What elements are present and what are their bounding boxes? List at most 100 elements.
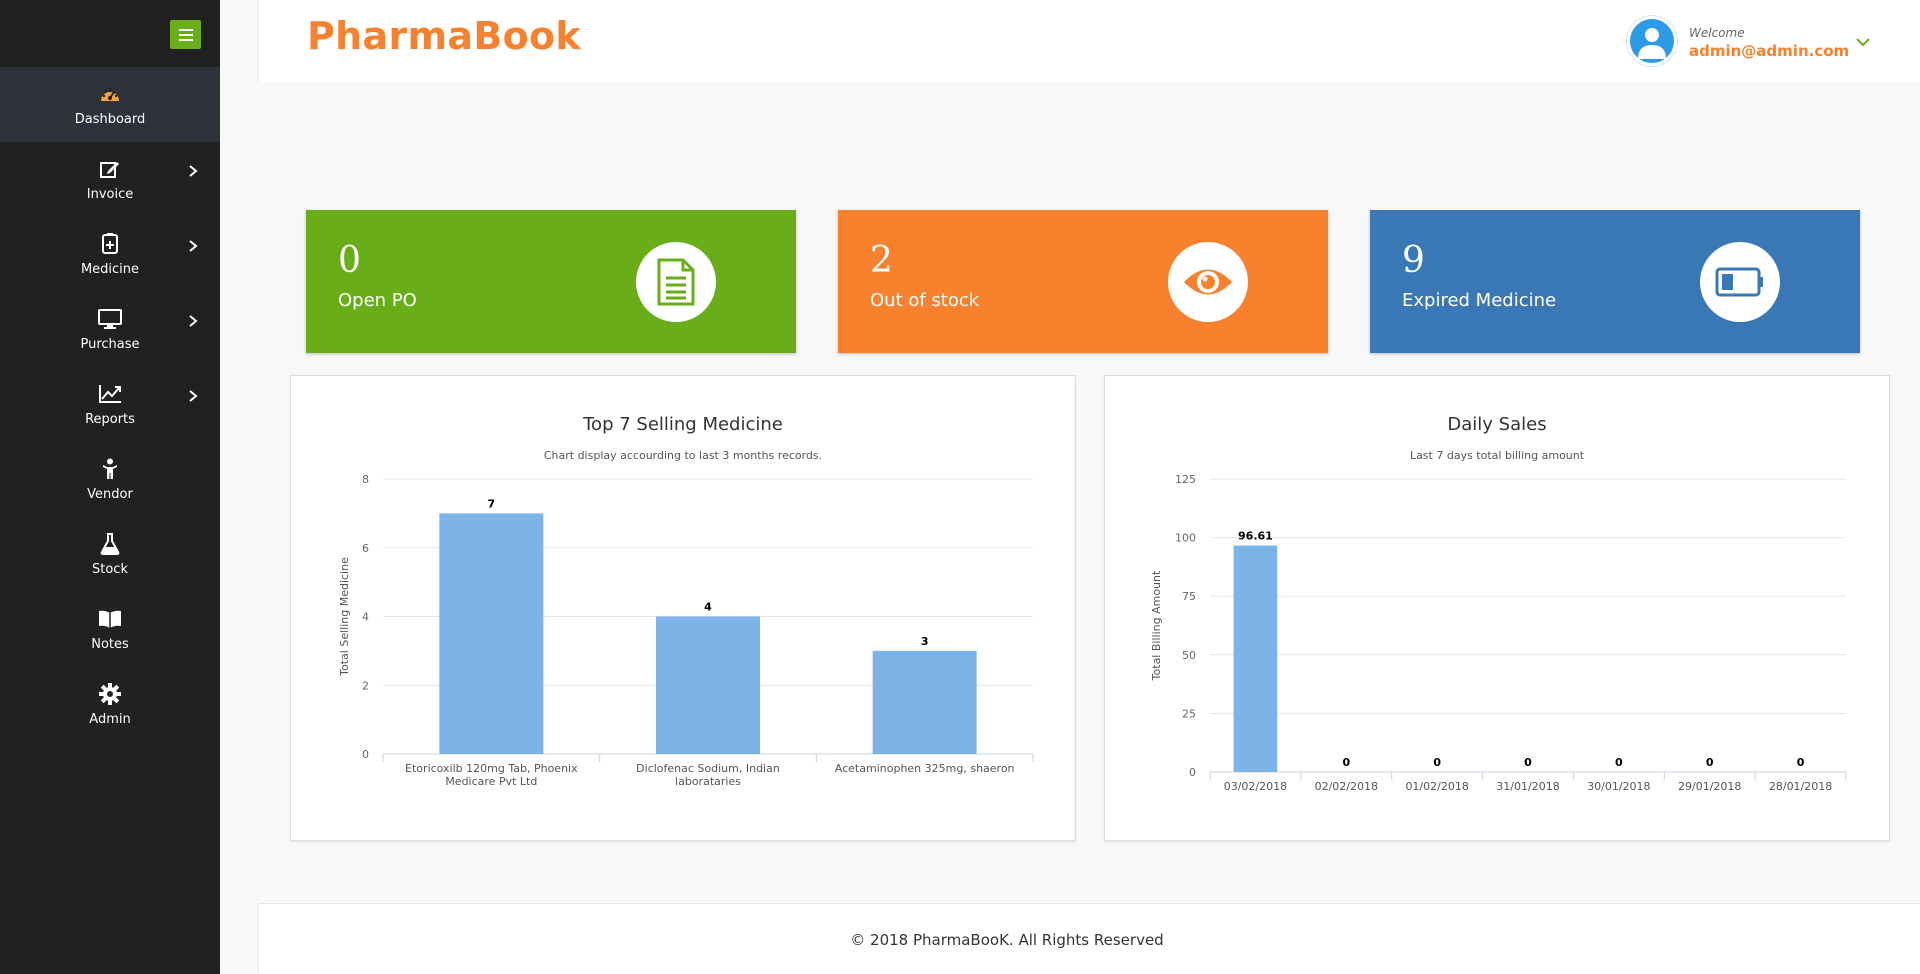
x-tick-label: laborataries xyxy=(675,775,741,788)
x-tick-label: 30/01/2018 xyxy=(1587,780,1650,793)
x-tick-label: 31/01/2018 xyxy=(1496,780,1559,793)
sidebar-item-label: Purchase xyxy=(80,337,140,352)
x-tick-label: 02/02/2018 xyxy=(1315,780,1378,793)
welcome-text: Welcome xyxy=(1689,26,1745,40)
person-icon xyxy=(98,457,122,481)
top-selling-chart: 0 2 4 6 8 Total Selling Medicine 7 Etoricoxilb … xyxy=(338,473,1034,788)
eye-icon xyxy=(1168,242,1248,322)
data-label: 0 xyxy=(1797,756,1805,769)
x-tick-label: Etoricoxilb 120mg Tab, Phoenix xyxy=(405,762,578,775)
sidebar-item-reports[interactable]: Reports xyxy=(0,367,220,442)
y-tick-label: 8 xyxy=(362,473,369,486)
chevron-right-icon xyxy=(189,390,198,402)
data-label: 0 xyxy=(1615,756,1623,769)
data-label: 7 xyxy=(488,497,496,510)
sidebar-item-label: Vendor xyxy=(87,487,133,502)
data-label: 4 xyxy=(704,601,712,614)
bar xyxy=(656,616,760,754)
y-tick-label: 2 xyxy=(362,679,369,692)
y-tick-label: 100 xyxy=(1175,532,1196,545)
user-icon xyxy=(1638,28,1666,59)
sidebar-item-notes[interactable]: Notes xyxy=(0,592,220,667)
header: PharmaBook Welcome admin@admin.com xyxy=(258,0,1920,82)
y-tick-label: 25 xyxy=(1182,707,1196,720)
data-label: 0 xyxy=(1433,756,1441,769)
sidebar-item-dashboard[interactable]: Dashboard xyxy=(0,67,220,142)
y-tick-label: 6 xyxy=(362,542,369,555)
stat-card-open-po[interactable]: 0 Open PO xyxy=(306,210,796,353)
stat-label: Out of stock xyxy=(870,290,980,311)
monitor-icon xyxy=(98,307,122,331)
sidebar-item-stock[interactable]: Stock xyxy=(0,517,220,592)
stat-label: Open PO xyxy=(338,290,417,311)
y-tick-label: 4 xyxy=(362,611,369,624)
stat-value: 2 xyxy=(870,240,893,281)
avatar xyxy=(1627,16,1677,66)
sidebar-item-label: Dashboard xyxy=(74,112,146,127)
stat-value: 9 xyxy=(1402,240,1425,281)
menu-toggle-button[interactable] xyxy=(170,20,201,49)
x-tick-label: 29/01/2018 xyxy=(1678,780,1741,793)
y-tick-label: 0 xyxy=(1189,766,1196,779)
x-tick-label: Medicare Pvt Ltd xyxy=(445,775,537,788)
footer: © 2018 PharmaBooK. All Rights Reserved xyxy=(258,903,1920,974)
data-label: 0 xyxy=(1706,756,1714,769)
sidebar-item-invoice[interactable]: Invoice xyxy=(0,142,220,217)
chevron-down-icon[interactable] xyxy=(1855,36,1871,48)
data-label: 3 xyxy=(921,635,929,648)
stat-card-expired-medicine[interactable]: 9 Expired Medicine xyxy=(1370,210,1860,353)
hamburger-icon-line xyxy=(178,33,193,36)
user-email: admin@admin.com xyxy=(1689,42,1850,60)
chart-panel-top-selling: Top 7 Selling Medicine Chart display acc… xyxy=(290,375,1076,841)
y-tick-label: 0 xyxy=(362,748,369,761)
sidebar-item-label: Medicine xyxy=(80,262,140,277)
sidebar-item-label: Reports xyxy=(85,412,135,427)
edit-icon xyxy=(98,157,122,181)
sidebar-item-vendor[interactable]: Vendor xyxy=(0,442,220,517)
bar xyxy=(439,513,544,754)
stat-value: 0 xyxy=(338,240,361,281)
battery-icon xyxy=(1700,242,1780,322)
dashboard-icon xyxy=(98,82,122,106)
sidebar-item-label: Stock xyxy=(92,562,128,577)
chart-panel-daily-sales: Daily Sales Last 7 days total billing am… xyxy=(1104,375,1890,841)
data-label: 0 xyxy=(1342,756,1350,769)
line-chart-icon xyxy=(98,382,122,406)
sidebar-nav: Dashboard Invoice Medicine Purchase Repo… xyxy=(0,67,220,742)
daily-sales-chart: 0255075100125Total Billing Amount96.6103… xyxy=(1150,473,1847,793)
user-menu[interactable]: Welcome admin@admin.com xyxy=(1627,14,1887,68)
sidebar-item-label: Admin xyxy=(89,712,131,727)
sidebar: Dashboard Invoice Medicine Purchase Repo… xyxy=(0,0,220,974)
y-tick-label: 75 xyxy=(1182,590,1196,603)
x-tick-label: 03/02/2018 xyxy=(1224,780,1287,793)
sidebar-item-label: Notes xyxy=(91,637,129,652)
footer-copyright: © 2018 PharmaBooK. All Rights Reserved xyxy=(850,931,1164,949)
chevron-right-icon xyxy=(189,240,198,252)
y-axis-label: Total Selling Medicine xyxy=(338,557,351,677)
x-tick-label: 28/01/2018 xyxy=(1769,780,1832,793)
y-axis-label: Total Billing Amount xyxy=(1150,570,1163,681)
chevron-right-icon xyxy=(189,165,198,177)
brand-logo[interactable]: PharmaBook xyxy=(307,14,581,58)
y-tick-label: 125 xyxy=(1175,473,1196,486)
sidebar-item-purchase[interactable]: Purchase xyxy=(0,292,220,367)
data-label: 0 xyxy=(1524,756,1532,769)
bar xyxy=(1233,545,1278,772)
book-icon xyxy=(98,607,122,631)
x-tick-label: Acetaminophen 325mg, shaeron xyxy=(835,762,1015,775)
flask-icon xyxy=(98,532,122,556)
stat-card-out-of-stock[interactable]: 2 Out of stock xyxy=(838,210,1328,353)
document-icon xyxy=(636,242,716,322)
data-label: 96.61 xyxy=(1238,530,1273,543)
sidebar-item-label: Invoice xyxy=(86,187,134,202)
sidebar-item-medicine[interactable]: Medicine xyxy=(0,217,220,292)
hamburger-icon-line xyxy=(178,38,193,41)
x-tick-label: Diclofenac Sodium, Indian xyxy=(636,762,780,775)
medicine-bottle-icon xyxy=(98,232,122,256)
stat-label: Expired Medicine xyxy=(1402,290,1557,311)
x-tick-label: 01/02/2018 xyxy=(1405,780,1468,793)
bar xyxy=(872,650,977,754)
sidebar-item-admin[interactable]: Admin xyxy=(0,667,220,742)
chevron-right-icon xyxy=(189,315,198,327)
gear-icon xyxy=(98,682,122,706)
